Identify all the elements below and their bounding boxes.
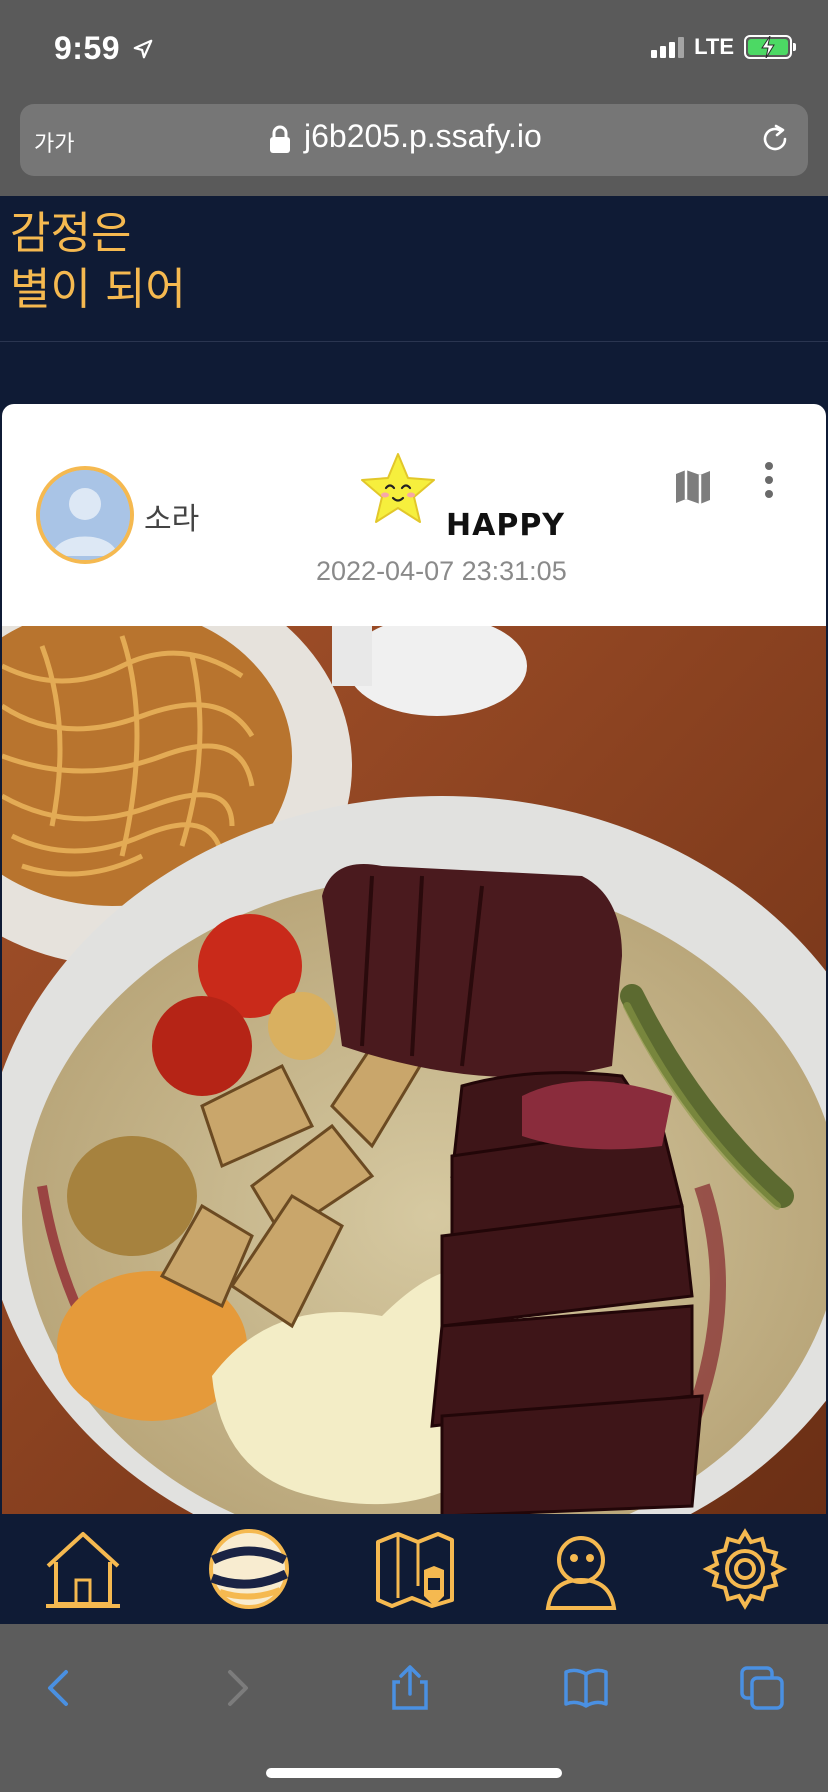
home-indicator[interactable] xyxy=(266,1768,562,1778)
settings-icon[interactable] xyxy=(702,1526,788,1612)
safari-toolbar xyxy=(0,1624,828,1792)
status-bar: 9:59 LTE xyxy=(0,0,828,96)
avatar[interactable] xyxy=(36,466,134,564)
text-size-button[interactable]: 가가 xyxy=(34,126,74,158)
app-title-line2: 별이 되어 xyxy=(10,264,186,315)
signal-icon xyxy=(651,36,685,58)
map-icon[interactable] xyxy=(672,466,714,508)
app-header: 감정은 별이 되어 xyxy=(0,196,828,342)
browser-address-area: 가가 j6b205.p.ssafy.io xyxy=(0,96,828,196)
avatar-placeholder-icon xyxy=(40,470,130,560)
profile-icon[interactable] xyxy=(538,1526,624,1612)
location-arrow-icon xyxy=(133,39,153,59)
post-card: 소라 HAPPY 2022-04-07 23:31:05 xyxy=(2,404,826,1514)
battery-icon xyxy=(744,35,796,59)
post-username[interactable]: 소라 xyxy=(144,494,199,538)
app-title[interactable]: 감정은 별이 되어 xyxy=(10,206,186,318)
home-icon[interactable] xyxy=(40,1526,126,1612)
planet-icon[interactable] xyxy=(206,1526,292,1612)
happy-star-icon xyxy=(361,453,435,523)
reload-icon[interactable] xyxy=(758,122,792,156)
status-time: 9:59 xyxy=(54,30,121,66)
lock-icon xyxy=(270,125,290,153)
map-edit-icon[interactable] xyxy=(372,1526,458,1612)
url-text: j6b205.p.ssafy.io xyxy=(304,118,542,154)
back-icon[interactable] xyxy=(36,1664,84,1712)
share-icon[interactable] xyxy=(386,1664,434,1712)
tabs-icon[interactable] xyxy=(738,1664,786,1712)
status-indicators: LTE xyxy=(651,34,796,60)
post-date: 2022-04-07 23:31:05 xyxy=(316,556,567,586)
bottom-nav xyxy=(0,1514,828,1624)
post-photo[interactable] xyxy=(2,626,826,1514)
bookmarks-icon[interactable] xyxy=(562,1664,610,1712)
network-label: LTE xyxy=(694,34,734,59)
app-title-line1: 감정은 xyxy=(10,208,132,259)
address-bar[interactable]: 가가 j6b205.p.ssafy.io xyxy=(20,104,808,176)
more-options-icon[interactable] xyxy=(762,460,776,500)
emotion-label: HAPPY xyxy=(446,508,566,543)
forward-icon[interactable] xyxy=(212,1664,260,1712)
